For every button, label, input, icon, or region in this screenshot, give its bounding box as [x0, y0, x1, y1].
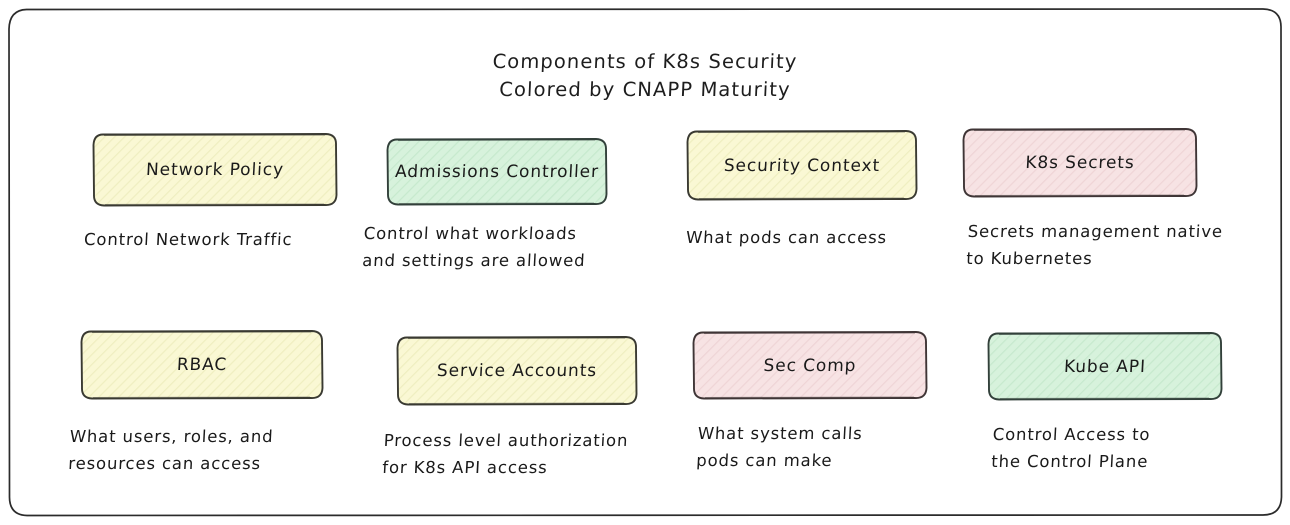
- node-sec-comp[interactable]: Sec Comp: [690, 329, 930, 402]
- diagram-canvas: Components of K8s Security Colored by CN…: [0, 0, 1290, 525]
- node-caption-admissions-controller: Control what workloads and settings are …: [361, 224, 586, 270]
- node-security-context[interactable]: Security Context: [684, 128, 920, 203]
- node-label-rbac: RBAC: [176, 355, 228, 375]
- title-line-primary: Components of K8s Security: [492, 50, 798, 73]
- node-label-k8s-secrets: K8s Secrets: [1024, 153, 1136, 173]
- node-caption-sec-comp: What system calls pods can make: [695, 424, 864, 470]
- node-service-accounts[interactable]: Service Accounts: [394, 334, 640, 408]
- node-label-network-policy: Network Policy: [145, 160, 285, 180]
- node-label-admissions-controller: Admissions Controller: [394, 162, 600, 182]
- node-caption-network-policy: Control Network Traffic: [83, 230, 293, 249]
- node-k8s-secrets[interactable]: K8s Secrets: [960, 126, 1200, 200]
- node-rbac[interactable]: RBAC: [78, 328, 326, 402]
- node-admissions-controller[interactable]: Admissions Controller: [384, 136, 610, 208]
- node-caption-rbac: What users, roles, and resources can acc…: [67, 427, 275, 473]
- node-label-service-accounts: Service Accounts: [436, 361, 598, 381]
- node-label-security-context: Security Context: [723, 155, 881, 176]
- node-caption-k8s-secrets: Secrets management native to Kubernetes: [965, 222, 1224, 268]
- title-line-secondary: Colored by CNAPP Maturity: [498, 77, 792, 101]
- node-label-sec-comp: Sec Comp: [763, 355, 857, 376]
- node-caption-security-context: What pods can access: [685, 228, 888, 247]
- node-kube-api[interactable]: Kube API: [985, 330, 1225, 403]
- node-caption-kube-api: Control Access to the Control Plane: [990, 425, 1151, 471]
- node-network-policy[interactable]: Network Policy: [90, 131, 340, 209]
- node-label-kube-api: Kube API: [1063, 356, 1147, 377]
- node-caption-service-accounts: Process level authorization for K8s API …: [381, 431, 629, 477]
- diagram-title: Components of K8s Security Colored by CN…: [0, 48, 1290, 103]
